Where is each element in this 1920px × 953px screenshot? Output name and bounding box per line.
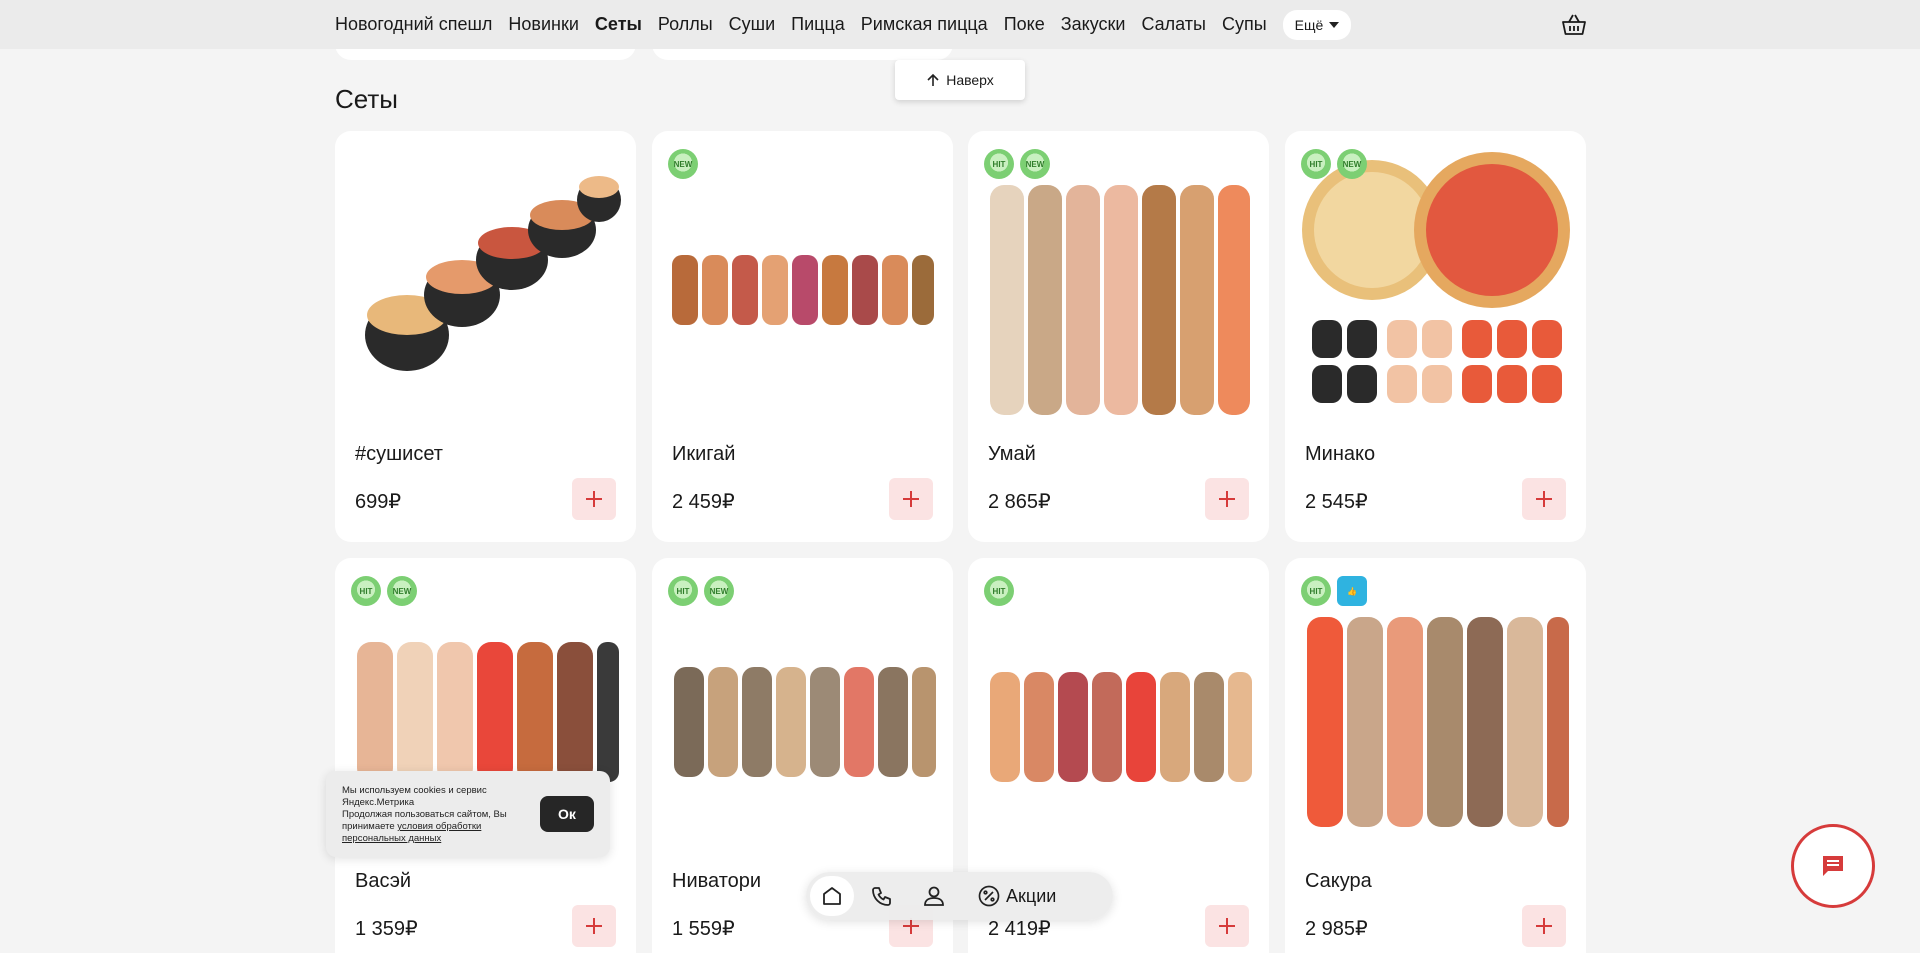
product-image bbox=[674, 667, 936, 777]
product-card[interactable]: HIT NEW Умай 2 865₽ bbox=[968, 131, 1269, 542]
product-name: Васэй bbox=[355, 870, 412, 892]
product-price: 2 985₽ bbox=[1305, 918, 1368, 940]
top-navigation: Новогодний спешл Новинки Сеты Роллы Суши… bbox=[0, 0, 1920, 49]
nav-item-soups[interactable]: Супы bbox=[1222, 14, 1267, 35]
like-badge-icon: 👍 bbox=[1337, 576, 1367, 606]
add-to-cart-button[interactable] bbox=[572, 478, 616, 520]
hit-badge-icon: HIT bbox=[1301, 576, 1331, 606]
more-dropdown[interactable]: Ещё bbox=[1282, 9, 1352, 40]
nav-item-salads[interactable]: Салаты bbox=[1141, 14, 1206, 35]
hit-badge-icon: HIT bbox=[984, 576, 1014, 606]
nav-item-sushi[interactable]: Суши bbox=[729, 14, 776, 35]
badge-group: HIT NEW bbox=[351, 576, 417, 606]
nav-item-pizza[interactable]: Пицца bbox=[791, 14, 845, 35]
product-price: 2 865₽ bbox=[988, 491, 1051, 513]
nav-item-poke[interactable]: Поке bbox=[1004, 14, 1045, 35]
add-to-cart-button[interactable] bbox=[1522, 905, 1566, 947]
plus-icon bbox=[1536, 918, 1552, 934]
product-name: Сакура bbox=[1305, 870, 1372, 892]
promo-button[interactable]: Акции bbox=[978, 885, 1056, 907]
badge-group: HIT NEW bbox=[668, 576, 734, 606]
product-name: Умай bbox=[988, 443, 1036, 465]
product-name: #сушисет bbox=[355, 443, 443, 465]
hit-badge-icon: HIT bbox=[984, 149, 1014, 179]
more-label: Ещё bbox=[1294, 16, 1324, 33]
hit-badge-icon: HIT bbox=[1301, 149, 1331, 179]
product-price: 1 359₽ bbox=[355, 918, 418, 940]
user-icon[interactable] bbox=[910, 876, 958, 916]
add-to-cart-button[interactable] bbox=[1522, 478, 1566, 520]
plus-icon bbox=[1219, 491, 1235, 507]
product-price: 1 559₽ bbox=[672, 918, 735, 940]
home-icon[interactable] bbox=[810, 876, 854, 916]
product-card[interactable]: NEW Икигай 2 459₽ bbox=[652, 131, 953, 542]
product-image bbox=[990, 672, 1252, 782]
new-badge-icon: NEW bbox=[387, 576, 417, 606]
hit-badge-icon: HIT bbox=[351, 576, 381, 606]
chat-button[interactable] bbox=[1791, 824, 1875, 908]
product-image bbox=[365, 176, 621, 371]
badge-group: HIT NEW bbox=[1301, 149, 1367, 179]
new-badge-icon: NEW bbox=[1020, 149, 1050, 179]
nav-item-snacks[interactable]: Закуски bbox=[1061, 14, 1126, 35]
nav-item-roman-pizza[interactable]: Римская пицца bbox=[861, 14, 988, 35]
category-menu: Новогодний спешл Новинки Сеты Роллы Суши… bbox=[335, 0, 1587, 49]
nav-item-sets[interactable]: Сеты bbox=[595, 14, 642, 35]
plus-icon bbox=[1219, 918, 1235, 934]
chevron-down-icon bbox=[1329, 21, 1340, 28]
plus-icon bbox=[586, 491, 602, 507]
product-name: Икигай bbox=[672, 443, 736, 465]
product-name: Ниватори bbox=[672, 870, 762, 892]
promo-label: Акции bbox=[1006, 885, 1057, 906]
product-name: Минако bbox=[1305, 443, 1376, 465]
section-title: Сеты bbox=[335, 84, 398, 114]
product-card[interactable]: HIT NEW Васэй 1 359₽ bbox=[335, 558, 636, 953]
scroll-top-button[interactable]: Наверх bbox=[895, 60, 1025, 100]
new-badge-icon: NEW bbox=[1337, 149, 1367, 179]
new-badge-icon: NEW bbox=[668, 149, 698, 179]
product-card[interactable]: #сушисет 699₽ bbox=[335, 131, 636, 542]
chat-icon bbox=[1823, 856, 1843, 876]
plus-icon bbox=[903, 491, 919, 507]
product-price: 699₽ bbox=[355, 491, 402, 513]
scroll-top-label: Наверх bbox=[946, 72, 994, 88]
nav-item-rolls[interactable]: Роллы bbox=[658, 14, 713, 35]
cookie-text: Мы используем cookies и сервис Яндекс.Ме… bbox=[342, 785, 522, 845]
add-to-cart-button[interactable] bbox=[572, 905, 616, 947]
product-image bbox=[1302, 152, 1570, 403]
arrow-up-icon bbox=[927, 73, 939, 86]
cookie-accept-button[interactable]: Ок bbox=[540, 796, 594, 832]
add-to-cart-button[interactable] bbox=[1205, 905, 1249, 947]
product-card[interactable]: HIT 👍 Сакура 2 985₽ bbox=[1285, 558, 1586, 953]
product-image bbox=[672, 255, 934, 325]
product-price: 2 545₽ bbox=[1305, 491, 1368, 513]
product-image bbox=[1307, 617, 1569, 827]
nav-item-new-year[interactable]: Новогодний спешл bbox=[335, 14, 492, 35]
hit-badge-icon: HIT bbox=[668, 576, 698, 606]
badge-group: HIT bbox=[984, 576, 1014, 606]
plus-icon bbox=[586, 918, 602, 934]
basket-icon[interactable] bbox=[1561, 12, 1587, 38]
badge-group: HIT NEW bbox=[984, 149, 1050, 179]
badge-group: NEW bbox=[668, 149, 698, 179]
cookie-banner: Мы используем cookies и сервис Яндекс.Ме… bbox=[326, 771, 610, 857]
product-price: 2 459₽ bbox=[672, 491, 735, 513]
phone-icon[interactable] bbox=[858, 876, 906, 916]
new-badge-icon: NEW bbox=[704, 576, 734, 606]
add-to-cart-button[interactable] bbox=[889, 478, 933, 520]
nav-item-new[interactable]: Новинки bbox=[508, 14, 579, 35]
plus-icon bbox=[1536, 491, 1552, 507]
bottom-navigation: Акции bbox=[806, 872, 1113, 920]
cookie-line-1: Мы используем cookies и сервис Яндекс.Ме… bbox=[342, 785, 487, 808]
add-to-cart-button[interactable] bbox=[1205, 478, 1249, 520]
percent-icon bbox=[978, 885, 1000, 907]
product-image bbox=[990, 185, 1250, 415]
product-card[interactable]: HIT NEW Минако 2 545₽ bbox=[1285, 131, 1586, 542]
badge-group: HIT 👍 bbox=[1301, 576, 1367, 606]
